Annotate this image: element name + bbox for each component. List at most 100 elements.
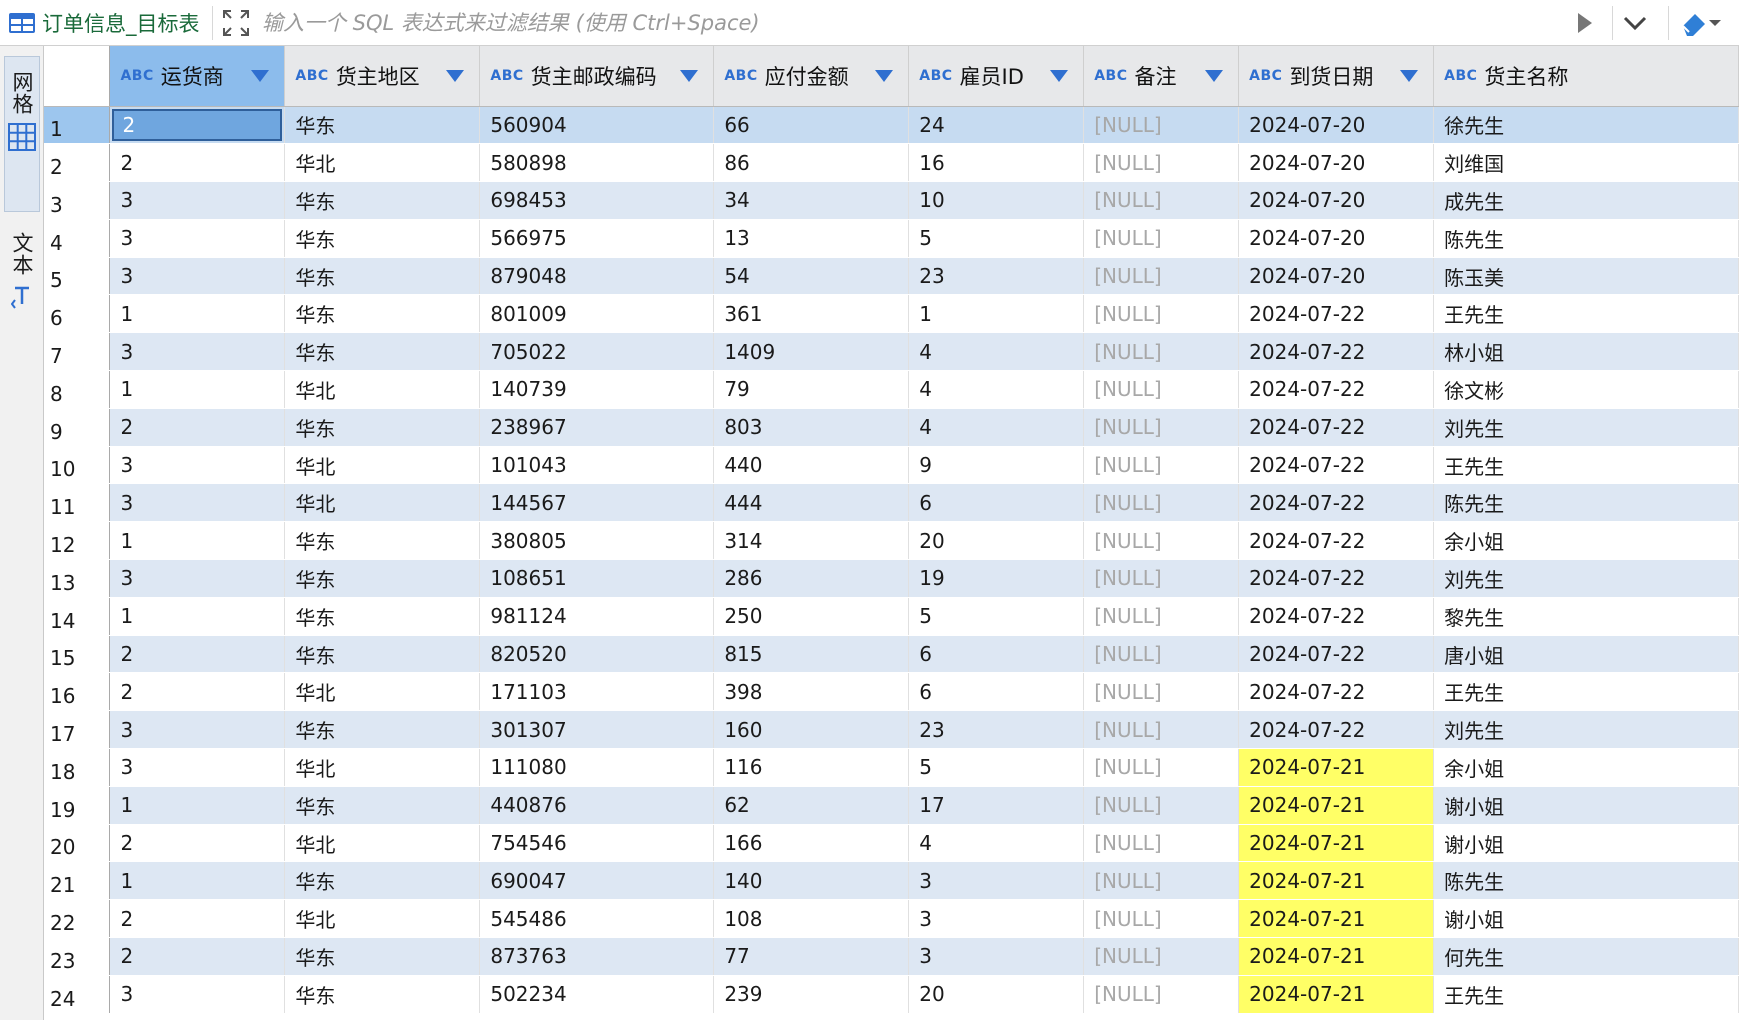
table-cell[interactable]: 2024-07-20 bbox=[1238, 106, 1435, 145]
table-cell[interactable]: 398 bbox=[713, 672, 910, 712]
table-cell[interactable]: 华东 bbox=[284, 521, 481, 561]
table-cell[interactable]: 2024-07-21 bbox=[1238, 748, 1435, 787]
table-cell[interactable]: 2024-07-22 bbox=[1238, 521, 1435, 561]
row-number[interactable]: 2 bbox=[44, 143, 111, 183]
table-cell[interactable]: 250 bbox=[713, 597, 910, 636]
table-cell[interactable]: 2024-07-20 bbox=[1238, 181, 1435, 220]
table-cell[interactable]: 23 bbox=[908, 257, 1085, 296]
row-number[interactable]: 12 bbox=[44, 521, 111, 561]
table-cell[interactable]: 4 bbox=[908, 370, 1085, 409]
table-cell[interactable]: 华东 bbox=[284, 294, 481, 334]
table-cell[interactable]: 2024-07-20 bbox=[1238, 143, 1435, 183]
row-number[interactable]: 13 bbox=[44, 559, 111, 598]
table-row[interactable]: 12 1 华东 380805 314 20 [NULL] 2024-07-22 余小姐 bbox=[44, 521, 1739, 561]
table-cell[interactable]: 754546 bbox=[479, 824, 715, 863]
table-cell[interactable]: [NULL] bbox=[1083, 332, 1240, 372]
table-cell[interactable]: [NULL] bbox=[1083, 710, 1240, 750]
sort-dropdown-icon[interactable] bbox=[874, 68, 894, 84]
table-cell[interactable]: 1 bbox=[109, 597, 286, 636]
table-cell[interactable]: 62 bbox=[713, 786, 910, 825]
table-cell[interactable]: 86 bbox=[713, 143, 910, 183]
table-cell[interactable]: 3 bbox=[109, 332, 286, 372]
table-cell[interactable]: 160 bbox=[713, 710, 910, 750]
table-name-label[interactable]: 订单信息_目标表 bbox=[8, 8, 200, 38]
table-cell[interactable]: 690047 bbox=[479, 861, 715, 901]
row-number[interactable]: 10 bbox=[44, 446, 111, 485]
table-cell[interactable]: 560904 bbox=[479, 106, 715, 145]
table-cell[interactable]: 1 bbox=[109, 861, 286, 901]
table-cell[interactable]: 54 bbox=[713, 257, 910, 296]
table-cell[interactable]: 2024-07-22 bbox=[1238, 597, 1435, 636]
sort-dropdown-icon[interactable] bbox=[445, 68, 465, 84]
table-cell[interactable]: 77 bbox=[713, 937, 910, 976]
filter-history-button[interactable] bbox=[1612, 6, 1656, 40]
table-cell[interactable]: 981124 bbox=[479, 597, 715, 636]
row-number[interactable]: 8 bbox=[44, 370, 111, 409]
table-cell[interactable]: 879048 bbox=[479, 257, 715, 296]
table-cell[interactable]: [NULL] bbox=[1083, 786, 1240, 825]
table-cell[interactable]: 王先生 bbox=[1433, 672, 1739, 712]
row-number[interactable]: 1 bbox=[44, 106, 111, 145]
table-cell[interactable]: 华北 bbox=[284, 748, 481, 787]
table-cell[interactable]: [NULL] bbox=[1083, 408, 1240, 447]
table-cell[interactable]: 66 bbox=[713, 106, 910, 145]
table-cell[interactable]: 6 bbox=[908, 483, 1085, 523]
table-cell[interactable]: [NULL] bbox=[1083, 181, 1240, 220]
table-row[interactable]: 1 2 华东 560904 66 24 [NULL] 2024-07-20 徐先生 bbox=[44, 106, 1739, 145]
table-cell[interactable]: 林小姐 bbox=[1433, 332, 1739, 372]
table-cell[interactable]: 2024-07-22 bbox=[1238, 408, 1435, 447]
table-cell[interactable]: 3 bbox=[908, 937, 1085, 976]
table-cell[interactable]: 111080 bbox=[479, 748, 715, 787]
table-cell[interactable]: 101043 bbox=[479, 446, 715, 485]
table-row[interactable]: 24 3 华东 502234 239 20 [NULL] 2024-07-21 王先生 bbox=[44, 975, 1739, 1014]
table-cell[interactable]: 301307 bbox=[479, 710, 715, 750]
table-cell[interactable]: 2 bbox=[109, 408, 286, 447]
table-cell[interactable]: 803 bbox=[713, 408, 910, 447]
table-cell[interactable]: 79 bbox=[713, 370, 910, 409]
table-cell[interactable]: 2024-07-21 bbox=[1238, 899, 1435, 939]
table-cell[interactable]: [NULL] bbox=[1083, 106, 1240, 145]
row-number[interactable]: 20 bbox=[44, 824, 111, 863]
table-cell[interactable]: 5 bbox=[908, 597, 1085, 636]
table-row[interactable]: 20 2 华北 754546 166 4 [NULL] 2024-07-21 谢小姐 bbox=[44, 824, 1739, 863]
table-cell[interactable]: 华北 bbox=[284, 899, 481, 939]
table-row[interactable]: 23 2 华东 873763 77 3 [NULL] 2024-07-21 何先生 bbox=[44, 937, 1739, 976]
table-cell[interactable]: 3 bbox=[109, 257, 286, 296]
text-view-tab[interactable]: 文本 bbox=[4, 222, 40, 332]
table-cell[interactable]: 705022 bbox=[479, 332, 715, 372]
table-cell[interactable]: 2024-07-22 bbox=[1238, 559, 1435, 598]
table-cell[interactable]: 238967 bbox=[479, 408, 715, 447]
table-cell[interactable]: 3 bbox=[109, 975, 286, 1014]
table-cell[interactable]: 华东 bbox=[284, 219, 481, 258]
column-header[interactable]: ABC 应付金额 bbox=[713, 46, 910, 107]
table-cell[interactable]: 华北 bbox=[284, 483, 481, 523]
table-cell[interactable]: 2024-07-22 bbox=[1238, 332, 1435, 372]
table-cell[interactable]: 440 bbox=[713, 446, 910, 485]
column-header[interactable]: ABC 雇员ID bbox=[908, 46, 1085, 107]
sort-dropdown-icon[interactable] bbox=[679, 68, 699, 84]
table-cell[interactable]: 19 bbox=[908, 559, 1085, 598]
table-cell[interactable]: 华北 bbox=[284, 824, 481, 863]
table-cell[interactable]: [NULL] bbox=[1083, 824, 1240, 863]
table-cell[interactable]: 873763 bbox=[479, 937, 715, 976]
table-row[interactable]: 8 1 华北 140739 79 4 [NULL] 2024-07-22 徐文彬 bbox=[44, 370, 1739, 409]
table-cell[interactable]: 3 bbox=[109, 446, 286, 485]
table-cell[interactable]: 2 bbox=[109, 899, 286, 939]
table-cell[interactable]: 2024-07-22 bbox=[1238, 446, 1435, 485]
table-cell[interactable]: 2024-07-21 bbox=[1238, 975, 1435, 1014]
table-cell[interactable]: 华东 bbox=[284, 786, 481, 825]
sort-dropdown-icon[interactable] bbox=[1204, 68, 1224, 84]
row-number[interactable]: 24 bbox=[44, 975, 111, 1014]
table-cell[interactable]: 140 bbox=[713, 861, 910, 901]
row-number[interactable]: 7 bbox=[44, 332, 111, 372]
table-cell[interactable]: 2024-07-22 bbox=[1238, 710, 1435, 750]
table-row[interactable]: 7 3 华东 705022 1409 4 [NULL] 2024-07-22 林小姐 bbox=[44, 332, 1739, 372]
row-number[interactable]: 18 bbox=[44, 748, 111, 787]
column-header[interactable]: ABC 货主名称 bbox=[1433, 46, 1739, 107]
table-cell[interactable]: 361 bbox=[713, 294, 910, 334]
table-row[interactable]: 14 1 华东 981124 250 5 [NULL] 2024-07-22 黎先生 bbox=[44, 597, 1739, 636]
sort-dropdown-icon[interactable] bbox=[250, 68, 270, 84]
table-cell[interactable]: 华东 bbox=[284, 635, 481, 674]
table-cell[interactable]: 2024-07-22 bbox=[1238, 635, 1435, 674]
table-cell[interactable]: 2 bbox=[109, 672, 286, 712]
